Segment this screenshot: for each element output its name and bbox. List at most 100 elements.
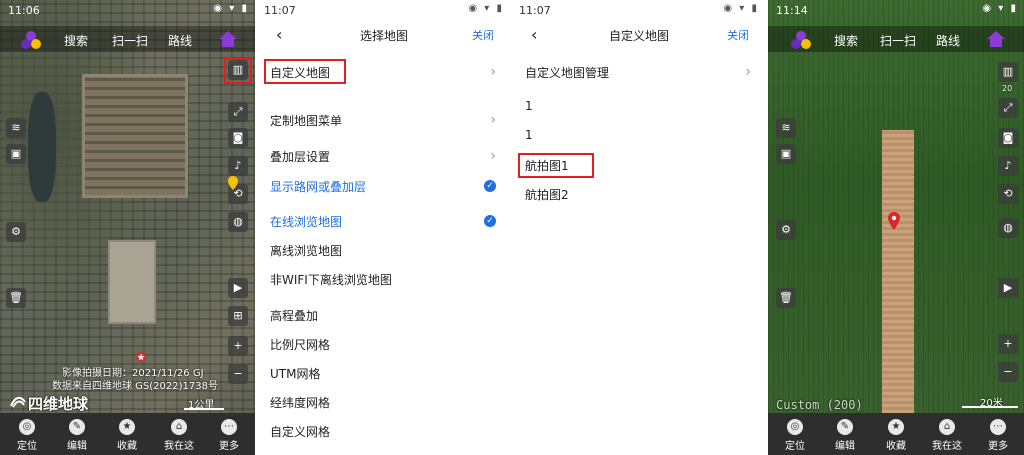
more-icon: ⋯ — [221, 419, 237, 435]
square-area — [108, 240, 156, 324]
more-icon: ⋯ — [990, 419, 1006, 435]
home-icon[interactable] — [986, 30, 1006, 48]
video-icon[interactable]: ▶ — [228, 278, 248, 298]
menu-item-elevation-overlay[interactable]: 高程叠加 — [270, 307, 498, 327]
menu-item-custom-grid[interactable]: 自定义网格 — [270, 423, 498, 443]
i-am-here-button[interactable]: ⌂ 我在这 — [922, 413, 972, 455]
more-button[interactable]: ⋯ 更多 — [973, 413, 1023, 455]
signal-icon[interactable]: ≋ — [6, 118, 26, 138]
status-icons: ◉ ▾ ▮ — [723, 3, 759, 14]
menu-item-latlng-grid[interactable]: 经纬度网格 — [270, 394, 498, 414]
menu-item-offline-map[interactable]: 离线浏览地图 — [270, 242, 498, 262]
chevron-right-icon: › — [490, 148, 496, 164]
custom-map-screen: 11:07 ◉ ▾ ▮ ‹ 自定义地图 关闭 自定义地图管理 › 1 1 航拍图1… — [513, 0, 765, 455]
menu-item-custom-map-menu[interactable]: 定制地图菜单 › — [270, 112, 498, 132]
status-bar: 11:06 ◉ ▾ ▮ — [0, 0, 255, 20]
i-am-here-button[interactable]: ⌂ 我在这 — [154, 413, 204, 455]
edit-button[interactable]: ✎ 编辑 — [52, 413, 102, 455]
highlight-box — [518, 153, 594, 178]
status-icons: ◉ ▾ ▮ — [982, 3, 1018, 14]
cube-icon[interactable]: ▣ — [776, 144, 796, 164]
favorite-button[interactable]: ★ 收藏 — [871, 413, 921, 455]
checkmark-icon: ✓ — [484, 180, 496, 192]
lake — [28, 92, 56, 202]
route-button[interactable]: 路线 — [168, 32, 192, 49]
map-top-nav: 搜索 扫一扫 路线 — [0, 26, 255, 52]
zoom-out-icon[interactable]: − — [228, 364, 248, 384]
video-icon[interactable]: ▶ — [998, 278, 1018, 298]
app-logo-icon[interactable] — [20, 29, 42, 51]
microphone-icon[interactable]: ♪ — [998, 156, 1018, 176]
search-button[interactable]: 搜索 — [64, 32, 88, 49]
fullscreen-icon[interactable]: ⤢ — [998, 98, 1018, 118]
locate-button[interactable]: ◎ 定位 — [2, 413, 52, 455]
trash-icon[interactable]: 🗑 — [6, 288, 26, 308]
status-time: 11:06 — [8, 4, 40, 17]
zoom-level: 20 — [1002, 84, 1013, 93]
zoom-in-icon[interactable]: + — [998, 334, 1018, 354]
data-source: 数据来自四维地球 GS(2022)1738号 — [52, 381, 218, 392]
scan-button[interactable]: 扫一扫 — [112, 32, 148, 49]
zoom-in-icon[interactable]: + — [228, 336, 248, 356]
chevron-right-icon: › — [490, 64, 496, 80]
bottom-toolbar: ◎ 定位 ✎ 编辑 ★ 收藏 ⌂ 我在这 ⋯ 更多 — [768, 413, 1024, 455]
chevron-right-icon: › — [490, 112, 496, 128]
favorite-button[interactable]: ★ 收藏 — [102, 413, 152, 455]
menu-item-overlay-settings[interactable]: 叠加层设置 › — [270, 148, 498, 168]
zoom-out-icon[interactable]: − — [998, 362, 1018, 382]
menu-item-custom-map-manage[interactable]: 自定义地图管理 › — [525, 64, 753, 84]
signal-icon[interactable]: ≋ — [776, 118, 796, 138]
microphone-icon[interactable]: ♪ — [228, 156, 248, 176]
rotate-icon[interactable]: ⟲ — [998, 184, 1018, 204]
location-pin-icon[interactable] — [888, 212, 900, 230]
status-icons: ◉ ▾ ▮ — [213, 3, 249, 14]
menu-item-non-wifi-offline[interactable]: 非WIFI下离线浏览地图 — [270, 271, 498, 291]
status-bar: 11:07 ◉ ▾ ▮ — [258, 0, 510, 20]
lightbulb-icon[interactable]: ◍ — [228, 212, 248, 232]
more-button[interactable]: ⋯ 更多 — [204, 413, 254, 455]
edit-button[interactable]: ✎ 编辑 — [820, 413, 870, 455]
edit-icon: ✎ — [837, 419, 853, 435]
close-button[interactable]: 关闭 — [472, 27, 494, 43]
app-logo-icon[interactable] — [790, 29, 812, 51]
star-icon: ★ — [888, 419, 904, 435]
menu-item-online-map[interactable]: 在线浏览地图 ✓ — [270, 213, 498, 233]
fullscreen-icon[interactable]: ⤢ — [228, 102, 248, 122]
header: ‹ 选择地图 关闭 — [258, 22, 510, 48]
palace-area — [82, 74, 188, 198]
scale-bar — [962, 406, 1018, 408]
checkmark-icon: ✓ — [484, 215, 496, 227]
grid-icon[interactable]: ⊞ — [228, 306, 248, 326]
close-button[interactable]: 关闭 — [727, 27, 749, 43]
search-button[interactable]: 搜索 — [834, 32, 858, 49]
trash-icon[interactable]: 🗑 — [776, 288, 796, 308]
list-item[interactable]: 1 — [525, 99, 753, 119]
camera-icon[interactable]: ◙ — [228, 128, 248, 148]
red-star-marker-icon[interactable] — [136, 350, 146, 364]
select-map-screen: 11:07 ◉ ▾ ▮ ‹ 选择地图 关闭 自定义地图 › 定制地图菜单 › 叠加层… — [258, 0, 510, 455]
status-icons: ◉ ▾ ▮ — [468, 3, 504, 14]
scan-button[interactable]: 扫一扫 — [880, 32, 916, 49]
map-screen-aerial: 11:14 ◉ ▾ ▮ 搜索 扫一扫 路线 ▥ 20 ⤢ ◙ ♪ ⟲ ◍ ▶ +… — [768, 0, 1024, 455]
lightbulb-icon[interactable]: ◍ — [998, 218, 1018, 238]
list-item-aerial-2[interactable]: 航拍图2 — [525, 186, 753, 206]
header: ‹ 自定义地图 关闭 — [513, 22, 765, 48]
map-source-watermark: Custom (200) — [776, 398, 863, 412]
status-bar: 11:14 ◉ ▾ ▮ — [768, 0, 1024, 20]
locate-icon: ◎ — [19, 419, 35, 435]
list-item[interactable]: 1 — [525, 128, 753, 148]
menu-item-utm-grid[interactable]: UTM网格 — [270, 365, 498, 385]
yellow-pin-icon[interactable] — [228, 176, 238, 190]
locate-button[interactable]: ◎ 定位 — [770, 413, 820, 455]
settings-icon[interactable]: ⚙ — [776, 220, 796, 240]
menu-item-scale-grid[interactable]: 比例尺网格 — [270, 336, 498, 356]
brand-label: 四维地球 — [28, 395, 89, 413]
camera-icon[interactable]: ◙ — [998, 128, 1018, 148]
route-button[interactable]: 路线 — [936, 32, 960, 49]
cube-icon[interactable]: ▣ — [6, 144, 26, 164]
map-layers-icon[interactable]: ▥ — [998, 62, 1018, 82]
pin-icon: ⌂ — [939, 419, 955, 435]
home-icon[interactable] — [218, 30, 238, 48]
menu-item-show-roads[interactable]: 显示路网或叠加层 ✓ — [270, 178, 498, 198]
settings-icon[interactable]: ⚙ — [6, 222, 26, 242]
